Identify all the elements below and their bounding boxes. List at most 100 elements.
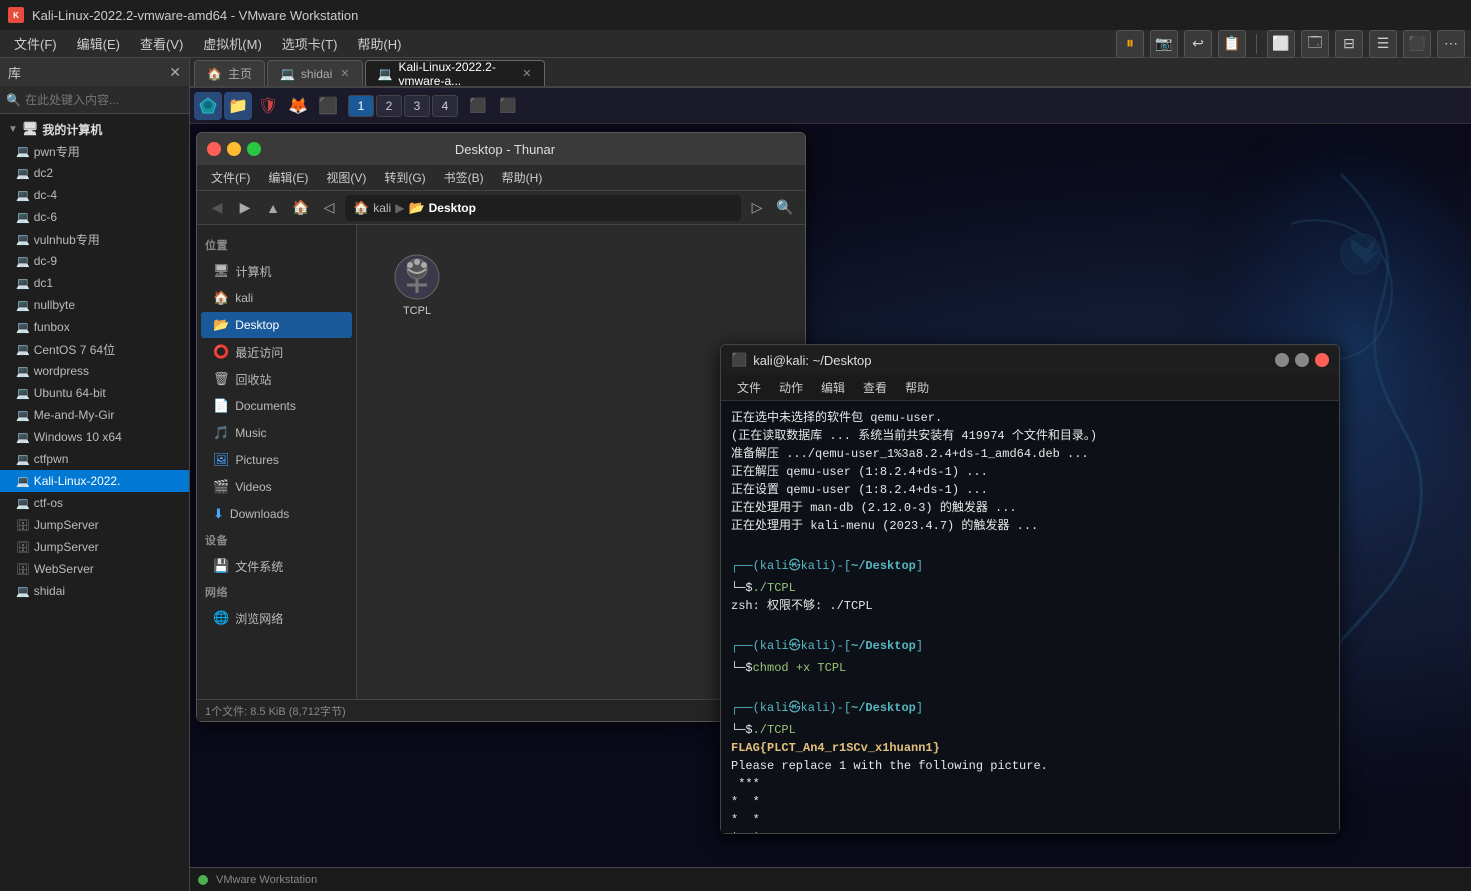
tab-close-btn[interactable]: ✕ [340,67,349,80]
restore-btn[interactable]: ↩ [1184,30,1212,58]
taskbar-files[interactable]: 📁 [224,92,252,120]
thunar-menu-help[interactable]: 帮助(H) [494,167,551,188]
next-btn[interactable]: ▷ [745,196,769,220]
menu-tabs[interactable]: 选项卡(T) [274,32,346,55]
thunar-close-btn[interactable] [207,142,221,156]
library-close-btn[interactable]: ✕ [169,64,181,81]
window-btn[interactable]: 🗔 [1301,30,1329,58]
clone-btn[interactable]: 📋 [1218,30,1246,58]
split-btn[interactable]: ⊟ [1335,30,1363,58]
tree-item-me-gir[interactable]: 💻 Me-and-My-Gir [0,404,189,426]
tree-item-wordpress[interactable]: 💻 wordpress [0,360,189,382]
term-close-btn[interactable] [1315,353,1329,367]
sidebar-browse-network[interactable]: 🌐 浏览网络 [201,605,352,631]
tab-home[interactable]: 🏠 主页 [194,60,265,86]
tab-close-btn[interactable]: ✕ [522,67,531,80]
tree-item-funbox[interactable]: 💻 funbox [0,316,189,338]
status-text: VMware Workstation [216,874,317,886]
tree-item-ctfpwn[interactable]: 💻 ctfpwn [0,448,189,470]
sidebar-downloads[interactable]: ⬇ Downloads [201,501,352,527]
thunar-menu-bookmarks[interactable]: 书签(B) [436,167,492,188]
term-menu-file[interactable]: 文件 [729,377,769,398]
tree-item-win10[interactable]: 💻 Windows 10 x64 [0,426,189,448]
library-search-input[interactable] [25,93,183,107]
workspace-2[interactable]: 2 [376,95,402,117]
menu-file[interactable]: 文件(F) [6,32,65,55]
unity-btn[interactable]: ☰ [1369,30,1397,58]
tree-item-ctfos[interactable]: 💻 ctf-os [0,492,189,514]
taskbar-shield[interactable]: 🛡 [254,92,282,120]
tab-kali[interactable]: 💻 Kali-Linux-2022.2-vmware-a... ✕ [365,60,545,86]
breadcrumb-home[interactable]: kali [373,201,391,215]
search-btn[interactable]: 🔍 [773,196,797,220]
sidebar-computer[interactable]: 🖥 计算机 [201,258,352,284]
thunar-menu-file[interactable]: 文件(F) [203,167,258,188]
tree-root[interactable]: ▼ 🖥 我的计算机 [0,118,189,140]
thunar-max-btn[interactable] [247,142,261,156]
sidebar-videos[interactable]: 🎬 Videos [201,474,352,500]
sidebar-desktop[interactable]: 📂 Desktop [201,312,352,338]
menu-help[interactable]: 帮助(H) [349,32,409,55]
tree-item-dc2[interactable]: 💻 dc2 [0,162,189,184]
sidebar-music[interactable]: 🎵 Music [201,420,352,446]
tree-item-kali[interactable]: 💻 Kali-Linux-2022. [0,470,189,492]
tree-item-pwn[interactable]: 💻 pwn专用 [0,140,189,162]
tab-shidai[interactable]: 💻 shidai ✕ [267,60,363,86]
thunar-menu-view[interactable]: 视图(V) [318,167,374,188]
taskbar-extra2[interactable]: ⬛ [494,92,522,120]
tree-item-shidai[interactable]: 💻 shidai [0,580,189,602]
home-btn[interactable]: 🏠 [289,196,313,220]
vm-display[interactable]: 📁 🛡 🦊 ⬛ 1 2 3 4 [190,88,1471,867]
tree-item-ubuntu[interactable]: 💻 Ubuntu 64-bit [0,382,189,404]
menu-edit[interactable]: 编辑(E) [69,32,128,55]
thunar-min-btn[interactable] [227,142,241,156]
pause-btn[interactable]: ⏸ [1116,30,1144,58]
term-ctrl-2[interactable] [1295,353,1309,367]
sidebar-home[interactable]: 🏠 kali [201,285,352,311]
thunar-menu-edit[interactable]: 编辑(E) [260,167,316,188]
thunar-menubar: 文件(F) 编辑(E) 视图(V) 转到(G) 书签(B) 帮助(H) [197,165,805,191]
menu-vm[interactable]: 虚拟机(M) [195,32,270,55]
workspace-4[interactable]: 4 [432,95,458,117]
docs-icon: 📄 [213,398,229,414]
taskbar-browser[interactable]: 🦊 [284,92,312,120]
tree-item-jumpserver1[interactable]: 🗄 JumpServer [0,514,189,536]
taskbar-terminal[interactable]: ⬛ [314,92,342,120]
sidebar-recent[interactable]: ⭕ 最近访问 [201,339,352,365]
terminal-body[interactable]: 正在选中未选择的软件包 qemu-user. (正在读取数据库 ... 系统当前… [721,401,1339,833]
tree-item-dc1[interactable]: 💻 dc1 [0,272,189,294]
file-tcpl[interactable]: TCPL [377,245,457,325]
tree-item-nullbyte[interactable]: 💻 nullbyte [0,294,189,316]
snapshot-btn[interactable]: 📷 [1150,30,1178,58]
back-btn[interactable]: ◀ [205,196,229,220]
tree-item-webserver[interactable]: 🗄 WebServer [0,558,189,580]
workspace-1[interactable]: 1 [348,95,374,117]
tree-item-dc9[interactable]: 💻 dc-9 [0,250,189,272]
term-menu-view[interactable]: 查看 [855,377,895,398]
sidebar-documents[interactable]: 📄 Documents [201,393,352,419]
sidebar-filesystem[interactable]: 💾 文件系统 [201,553,352,579]
thunar-menu-goto[interactable]: 转到(G) [376,167,433,188]
tree-item-dc4[interactable]: 💻 dc-4 [0,184,189,206]
sidebar-pictures[interactable]: 🖼 Pictures [201,447,352,473]
tree-item-jumpserver2[interactable]: 🗄 JumpServer [0,536,189,558]
kali-dragon-btn[interactable] [194,92,222,120]
fullscreen-btn[interactable]: ⬜ [1267,30,1295,58]
tree-item-vulnhub[interactable]: 💻 vulnhub专用 [0,228,189,250]
more-btn[interactable]: ⋯ [1437,30,1465,58]
up-btn[interactable]: ▲ [261,196,285,220]
workspace-3[interactable]: 3 [404,95,430,117]
console-btn[interactable]: ⬛ [1403,30,1431,58]
term-menu-action[interactable]: 动作 [771,377,811,398]
forward-btn[interactable]: ▶ [233,196,257,220]
term-ctrl-1[interactable] [1275,353,1289,367]
breadcrumb-current[interactable]: Desktop [429,201,476,215]
tree-item-centos[interactable]: 💻 CentOS 7 64位 [0,338,189,360]
prev-btn[interactable]: ◁ [317,196,341,220]
sidebar-trash[interactable]: 🗑 回收站 [201,366,352,392]
taskbar-extra1[interactable]: ⬛ [464,92,492,120]
term-menu-help[interactable]: 帮助 [897,377,937,398]
tree-item-dc6[interactable]: 💻 dc-6 [0,206,189,228]
term-menu-edit[interactable]: 编辑 [813,377,853,398]
menu-view[interactable]: 查看(V) [132,32,191,55]
